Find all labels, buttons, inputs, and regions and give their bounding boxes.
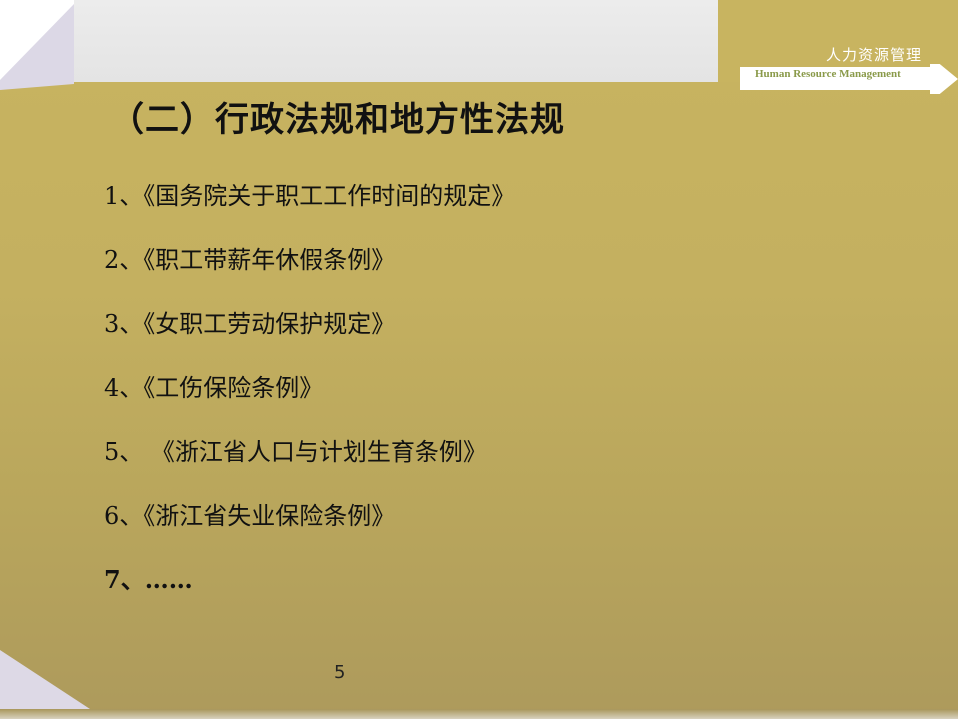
left-bevel-decoration xyxy=(0,0,90,709)
list-item: 7、…… xyxy=(104,565,193,594)
slide: 人力资源管理 Human Resource Management （二）行政法规… xyxy=(0,0,958,719)
bottom-strip xyxy=(0,709,958,719)
list-item: 2、《职工带薪年休假条例》 xyxy=(104,246,396,274)
slide-title: （二）行政法规和地方性法规 xyxy=(110,100,565,140)
list-item: 1、《国务院关于职工工作时间的规定》 xyxy=(104,182,516,210)
list-item: 3、《女职工劳动保护规定》 xyxy=(104,310,396,338)
regulation-list: 1、《国务院关于职工工作时间的规定》 2、《职工带薪年休假条例》 3、《女职工劳… xyxy=(104,176,515,624)
list-item: 6、《浙江省失业保险条例》 xyxy=(104,502,396,530)
list-item: 5、 《浙江省人口与计划生育条例》 xyxy=(104,438,487,466)
brand-english: Human Resource Management xyxy=(755,68,901,80)
brand-chinese: 人力资源管理 xyxy=(825,46,922,64)
header-box xyxy=(74,0,718,82)
list-item: 4、《工伤保险条例》 xyxy=(104,374,324,402)
page-number: 5 xyxy=(334,662,346,683)
